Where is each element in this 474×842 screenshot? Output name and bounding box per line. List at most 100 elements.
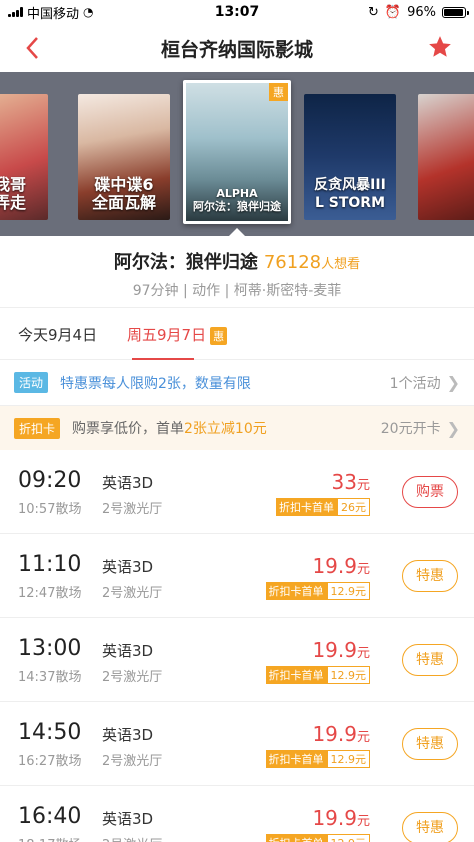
price-unit: 元 xyxy=(356,730,370,745)
card-price-label: 折扣卡首单 xyxy=(265,750,327,768)
status-bar: 中国移动 ◔ 13:07 ↻ ⏰ 96% xyxy=(0,0,474,24)
show-start-time: 14:50 xyxy=(18,720,82,745)
date-tabs: 今天9月4日 周五9月7日惠 xyxy=(0,308,474,360)
open-card-label: 20元开卡 xyxy=(380,421,441,437)
poster-image xyxy=(418,94,474,220)
card-price-value: 12.9元 xyxy=(326,582,370,600)
card-price-label: 折扣卡首单 xyxy=(265,582,327,600)
promo-activity-row[interactable]: 活动 特惠票每人限购2张，数量有限 1个活动 ❯ xyxy=(0,360,474,406)
show-language: 英语3D xyxy=(102,642,154,660)
card-price-value: 12.9元 xyxy=(326,834,370,842)
alarm-icon: ⏰ xyxy=(384,4,402,20)
card-price-label: 折扣卡首单 xyxy=(265,834,327,842)
poster-title: 反贪风暴III L STORM xyxy=(314,177,386,211)
navbar: 桓台齐纳国际影城 xyxy=(0,24,474,72)
showtime-row[interactable]: 11:10 12:47散场 英语3D 2号激光厅 19.9元 折扣卡首单 12.9… xyxy=(0,534,474,618)
show-hall: 2号激光厅 xyxy=(102,502,163,517)
discount-card-text-highlight: 2张立减10元 xyxy=(184,421,267,437)
back-button[interactable] xyxy=(20,34,48,62)
show-language: 英语3D xyxy=(102,558,154,576)
poster-pointer xyxy=(229,228,245,236)
card-price: 折扣卡首单12.9元 xyxy=(265,582,370,600)
promo-card-row[interactable]: 折扣卡 购票享低价，首单2张立减10元 20元开卡 ❯ xyxy=(0,406,474,450)
card-price: 折扣卡首单12.9元 xyxy=(265,834,370,842)
price-value: 19.9 xyxy=(312,722,357,746)
show-language: 英语3D xyxy=(102,810,154,828)
special-ticket-button[interactable]: 特惠 xyxy=(402,644,458,676)
showtime-row[interactable]: 13:00 14:37散场 英语3D 2号激光厅 19.9元 折扣卡首单 12.9… xyxy=(0,618,474,702)
chevron-left-icon xyxy=(26,37,38,59)
price-unit: 元 xyxy=(356,814,370,829)
discount-card-tag: 折扣卡 xyxy=(14,417,61,439)
show-hall: 2号激光厅 xyxy=(102,586,163,601)
card-price: 折扣卡首单12.9元 xyxy=(265,750,370,768)
poster-item-active[interactable]: 惠 ALPHA 阿尔法：狼伴归途 xyxy=(183,80,291,224)
tab-badge: 惠 xyxy=(210,326,228,345)
status-right: ↻ ⏰ 96% xyxy=(368,4,469,20)
poster-title: 把我哥 我弄走 xyxy=(0,175,26,212)
price-unit: 元 xyxy=(356,646,370,661)
want-unit: 人想看 xyxy=(321,257,361,272)
movie-info: 阿尔法：狼伴归途 76128人想看 97分钟 | 动作 | 柯蒂·斯密特-麦菲 xyxy=(0,236,474,308)
special-ticket-button[interactable]: 特惠 xyxy=(402,728,458,760)
star-icon xyxy=(429,36,451,57)
movie-name: 阿尔法：狼伴归途 xyxy=(113,252,258,273)
card-price-value: 12.9元 xyxy=(326,666,370,684)
tab-label: 今天9月4日 xyxy=(18,326,98,344)
poster-item[interactable]: 把我哥 我弄走 xyxy=(0,94,48,220)
activity-tag: 活动 xyxy=(14,372,49,393)
show-price: 19.9元 xyxy=(312,638,370,662)
showtime-row[interactable]: 09:20 10:57散场 英语3D 2号激光厅 33元 折扣卡首单 26元 购票 xyxy=(0,450,474,534)
battery-icon xyxy=(442,6,469,18)
card-price-value: 26元 xyxy=(337,498,370,516)
showtime-row[interactable]: 14:50 16:27散场 英语3D 2号激光厅 19.9元 折扣卡首单 12.9… xyxy=(0,702,474,786)
battery-label: 96% xyxy=(407,4,436,20)
poster-badge: 惠 xyxy=(269,83,288,101)
favorite-button[interactable] xyxy=(426,34,454,62)
tab-date-today[interactable]: 今天9月4日 xyxy=(18,324,97,345)
special-ticket-button[interactable]: 特惠 xyxy=(402,560,458,592)
wifi-icon: ◔ xyxy=(83,5,94,19)
battery-fill xyxy=(444,8,464,16)
activity-count: 1个活动 ❯ xyxy=(390,373,460,393)
show-price: 19.9元 xyxy=(312,554,370,578)
poster-title: ALPHA 阿尔法：狼伴归途 xyxy=(193,187,281,213)
showtime-row[interactable]: 16:40 18:17散场 英语3D 2号激光厅 19.9元 折扣卡首单12.9… xyxy=(0,786,474,842)
poster-strip[interactable]: 把我哥 我弄走 碟中谍6 全面瓦解 惠 ALPHA 阿尔法：狼伴归途 反贪风暴I… xyxy=(0,72,474,236)
show-hall: 2号激光厅 xyxy=(102,834,162,842)
show-start-time: 13:00 xyxy=(18,636,82,661)
show-end-time: 14:37散场 xyxy=(18,670,82,685)
price-value: 19.9 xyxy=(312,806,357,830)
chevron-right-icon: ❯ xyxy=(446,418,460,438)
open-card-link[interactable]: 20元开卡 ❯ xyxy=(381,418,460,438)
discount-card-text: 购票享低价，首单2张立减10元 xyxy=(72,418,381,438)
price-unit: 元 xyxy=(356,562,370,577)
special-ticket-button[interactable]: 特惠 xyxy=(402,812,458,842)
show-hall: 2号激光厅 xyxy=(102,670,163,685)
movie-title-line: 阿尔法：狼伴归途 76128人想看 xyxy=(0,248,474,274)
poster-item[interactable]: 碟中谍6 全面瓦解 xyxy=(78,94,170,220)
tab-date-friday[interactable]: 周五9月7日惠 xyxy=(127,324,228,345)
show-price: 19.9元 xyxy=(312,806,370,830)
card-price: 折扣卡首单 26元 xyxy=(276,498,370,516)
orientation-lock-icon: ↻ xyxy=(368,4,379,20)
signal-icon xyxy=(8,7,23,17)
show-start-time: 11:10 xyxy=(18,552,82,577)
show-start-time: 16:40 xyxy=(18,804,82,829)
tab-label: 周五9月7日 xyxy=(127,326,207,344)
show-start-time: 09:20 xyxy=(18,468,82,493)
status-left: 中国移动 ◔ xyxy=(8,3,368,22)
poster-item[interactable]: 反贪风暴III L STORM xyxy=(304,94,396,220)
discount-card-text-pre: 购票享低价，首单 xyxy=(72,421,185,437)
show-hall: 2号激光厅 xyxy=(102,754,163,769)
price-value: 19.9 xyxy=(312,554,357,578)
buy-ticket-button[interactable]: 购票 xyxy=(402,476,458,508)
poster-title: 碟中谍6 全面瓦解 xyxy=(91,175,156,212)
price-value: 33 xyxy=(331,470,357,494)
activity-text: 特惠票每人限购2张，数量有限 xyxy=(60,375,251,392)
card-price-value: 12.9元 xyxy=(326,750,370,768)
activity-count-label: 1个活动 xyxy=(389,375,441,392)
movie-meta: 97分钟 | 动作 | 柯蒂·斯密特-麦菲 xyxy=(132,283,342,299)
poster-item[interactable] xyxy=(418,94,474,220)
card-price-label: 折扣卡首单 xyxy=(276,498,337,516)
